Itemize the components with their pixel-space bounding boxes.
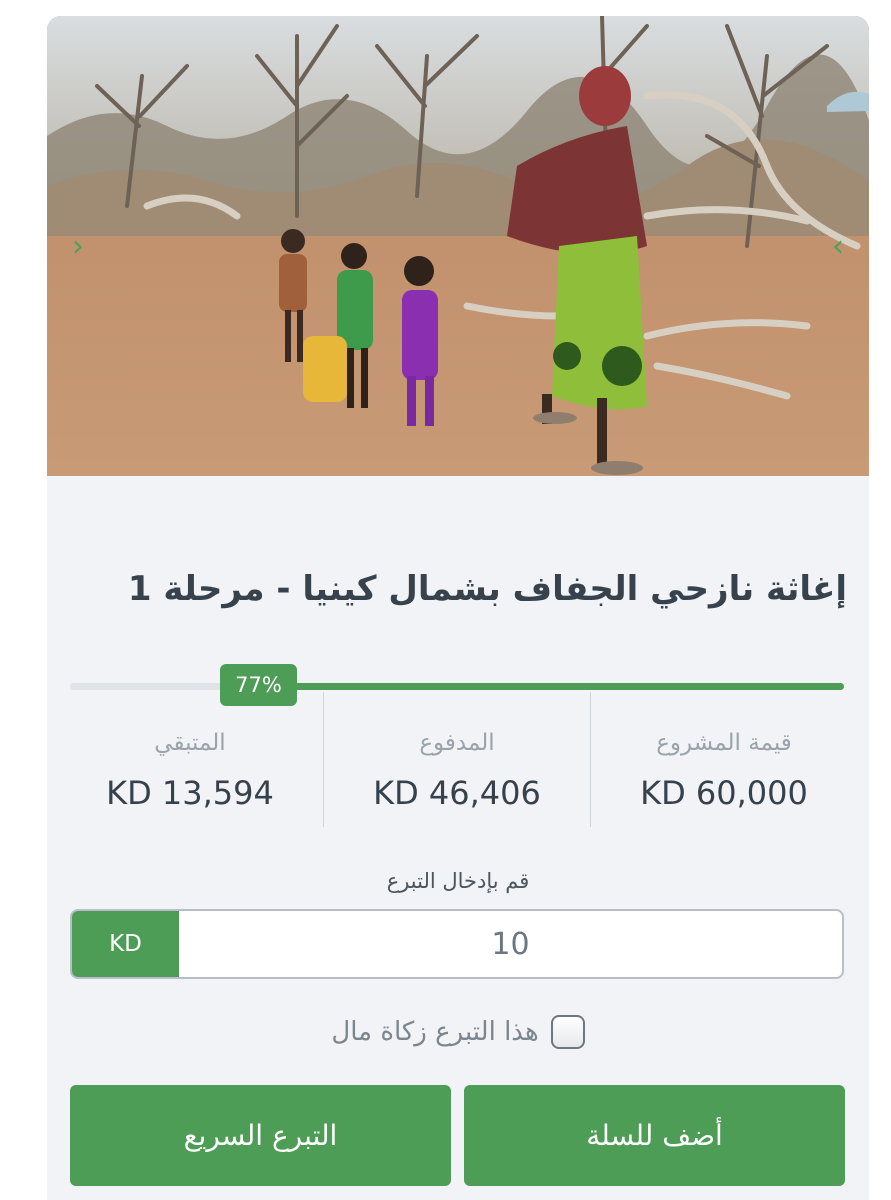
zakat-checkbox[interactable] (550, 1015, 585, 1049)
quick-donate-button[interactable]: التبرع السريع (70, 1085, 451, 1186)
project-card: › ‹ إغاثة نازحي الجفاف بشمال كينيا - مرح… (47, 16, 869, 1200)
progress-fill (248, 683, 844, 690)
project-title: إغاثة نازحي الجفاف بشمال كينيا - مرحلة 1 (127, 569, 847, 609)
drought-scene-image (47, 16, 869, 476)
chevron-left-icon[interactable]: ‹ (821, 230, 855, 264)
project-stats: قيمة المشروع KD 60,000 المدفوع KD 46,406… (57, 692, 857, 827)
stat-remaining: المتبقي KD 13,594 (57, 692, 324, 827)
donation-amount-group: KD (70, 909, 844, 979)
stat-label: قيمة المشروع (656, 730, 792, 756)
zakat-option[interactable]: هذا التبرع زكاة مال (47, 1012, 869, 1052)
progress-bar (70, 683, 844, 690)
currency-addon: KD (72, 911, 179, 977)
stat-label: المدفوع (419, 730, 495, 756)
donation-amount-input[interactable] (179, 911, 842, 977)
donation-input-label: قم بإدخال التبرع (386, 869, 530, 893)
zakat-label: هذا التبرع زكاة مال (331, 1017, 539, 1047)
stat-paid: المدفوع KD 46,406 (324, 692, 591, 827)
project-image: › ‹ (47, 16, 869, 476)
stat-value: KD 46,406 (373, 774, 541, 812)
add-to-cart-button[interactable]: أضف للسلة (464, 1085, 845, 1186)
stat-project-value: قيمة المشروع KD 60,000 (591, 692, 857, 827)
stat-label: المتبقي (154, 730, 226, 756)
chevron-right-icon[interactable]: › (61, 230, 95, 264)
stat-value: KD 13,594 (106, 774, 274, 812)
stat-value: KD 60,000 (640, 774, 808, 812)
